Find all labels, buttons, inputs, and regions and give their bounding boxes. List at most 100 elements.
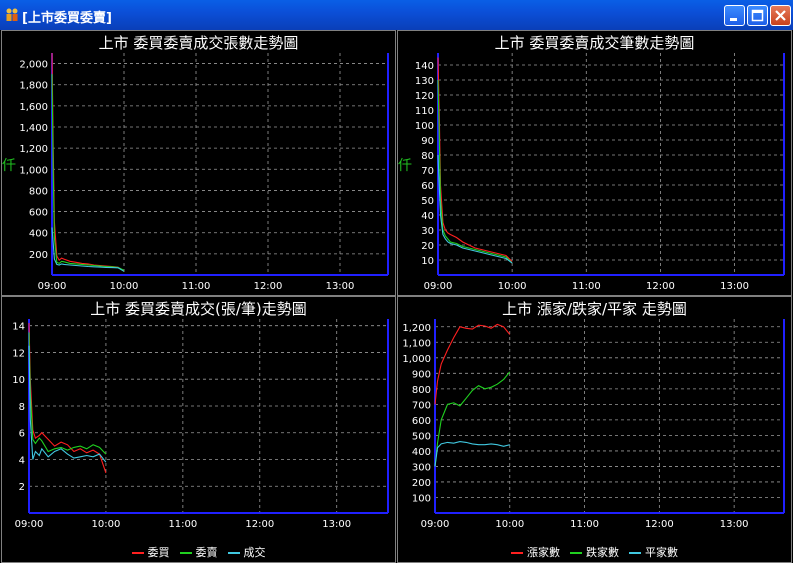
y-tick-label: 800 bbox=[29, 186, 48, 197]
series-line bbox=[434, 323, 511, 405]
y-tick-label: 100 bbox=[412, 493, 431, 504]
x-tick-label: 12:00 bbox=[645, 519, 674, 530]
y-tick-label: 500 bbox=[412, 431, 431, 442]
y-tick-label: 12 bbox=[12, 348, 25, 359]
y-tick-label: 14 bbox=[12, 322, 25, 333]
legend-label: 委賣 bbox=[195, 546, 218, 559]
legend-label: 成交 bbox=[243, 546, 266, 559]
chart-panel-volume: 上市 委買委賣成交張數走勢圖 仟 200 400 600 800 1,000 1,200 1… bbox=[1, 30, 396, 296]
y-tick-label: 1,600 bbox=[19, 102, 48, 113]
y-tick-label: 200 bbox=[412, 478, 431, 489]
chart-panel-advance-decline: 上市 漲家/跌家/平家 走勢圖 100 200 300 400 500 600 700 800… bbox=[397, 296, 792, 563]
x-tick-label: 09:00 bbox=[15, 519, 44, 530]
legend-label: 平家數 bbox=[645, 546, 678, 559]
x-tick-label: 10:00 bbox=[498, 281, 527, 292]
legend-item: 平家數 bbox=[629, 544, 678, 560]
y-tick-label: 8 bbox=[19, 402, 25, 413]
legend-swatch bbox=[227, 552, 240, 554]
x-tick-label: 10:00 bbox=[110, 281, 139, 292]
x-tick-label: 12:00 bbox=[254, 281, 283, 292]
y-tick-label: 400 bbox=[412, 447, 431, 458]
maximize-button[interactable] bbox=[747, 5, 768, 26]
y-tick-label: 50 bbox=[421, 196, 434, 207]
window-title: [上市委買委賣] bbox=[22, 11, 112, 26]
legend-item: 成交 bbox=[227, 544, 266, 560]
line-chart: 10 20 30 40 50 60 70 80 90 100 110 120 130 140 09:00 10… bbox=[415, 53, 785, 292]
y-tick-label: 60 bbox=[421, 181, 434, 192]
y-tick-label: 10 bbox=[421, 256, 434, 267]
legend-item: 委買 bbox=[131, 544, 170, 560]
x-tick-label: 09:00 bbox=[421, 519, 450, 530]
legend-item: 委賣 bbox=[179, 544, 218, 560]
legend-swatch bbox=[511, 552, 523, 554]
x-tick-label: 10:00 bbox=[92, 519, 121, 530]
y-tick-label: 1,400 bbox=[19, 123, 48, 134]
legend-label: 委買 bbox=[147, 546, 170, 559]
series-line bbox=[437, 79, 513, 264]
y-tick-label: 1,000 bbox=[19, 165, 48, 176]
legend-swatch bbox=[629, 552, 641, 554]
y-tick-label: 6 bbox=[19, 429, 25, 440]
y-tick-label: 800 bbox=[412, 385, 431, 396]
legend-swatch bbox=[179, 552, 192, 554]
series-line bbox=[28, 332, 107, 455]
minimize-button[interactable] bbox=[724, 5, 745, 26]
line-chart: 100 200 300 400 500 600 700 800 900 1,000 1,100 1,2… bbox=[402, 319, 785, 530]
y-tick-label: 400 bbox=[29, 229, 48, 240]
chart-legend: 漲家數 跌家數 平家數 bbox=[398, 544, 791, 560]
y-tick-label: 4 bbox=[19, 455, 25, 466]
minimize-icon bbox=[730, 18, 737, 21]
close-button[interactable] bbox=[770, 5, 791, 26]
y-tick-label: 40 bbox=[421, 211, 434, 222]
y-tick-label: 1,000 bbox=[402, 354, 431, 365]
x-tick-label: 12:00 bbox=[245, 519, 274, 530]
y-tick-label: 1,200 bbox=[19, 144, 48, 155]
series-line bbox=[51, 74, 125, 271]
line-chart: 200 400 600 800 1,000 1,200 1,400 1,600 1,800 2,0… bbox=[19, 52, 389, 292]
title-bar[interactable]: [上市委買委賣] bbox=[0, 0, 793, 30]
y-tick-label: 130 bbox=[415, 76, 434, 87]
y-tick-label: 200 bbox=[29, 250, 48, 261]
y-tick-label: 1,100 bbox=[402, 338, 431, 349]
y-tick-label: 1,800 bbox=[19, 81, 48, 92]
x-tick-label: 09:00 bbox=[38, 281, 67, 292]
y-tick-label: 120 bbox=[415, 91, 434, 102]
y-tick-label: 30 bbox=[421, 226, 434, 237]
x-tick-label: 13:00 bbox=[720, 519, 749, 530]
y-tick-label: 1,200 bbox=[402, 323, 431, 334]
y-tick-label: 90 bbox=[421, 136, 434, 147]
series-line bbox=[434, 371, 511, 467]
series-line bbox=[437, 154, 513, 264]
y-tick-label: 140 bbox=[415, 61, 434, 72]
series-line bbox=[437, 57, 513, 262]
close-icon bbox=[775, 10, 786, 21]
x-tick-label: 11:00 bbox=[182, 281, 211, 292]
chart-legend: 委買 委賣 成交 bbox=[2, 544, 395, 560]
x-tick-label: 10:00 bbox=[495, 519, 524, 530]
legend-swatch bbox=[570, 552, 582, 554]
legend-label: 漲家數 bbox=[527, 546, 560, 559]
y-tick-label: 100 bbox=[415, 121, 434, 132]
x-tick-label: 13:00 bbox=[326, 281, 355, 292]
y-tick-label: 70 bbox=[421, 166, 434, 177]
legend-label: 跌家數 bbox=[586, 546, 619, 559]
y-tick-label: 600 bbox=[412, 416, 431, 427]
legend-swatch bbox=[131, 552, 144, 554]
people-icon bbox=[4, 7, 20, 23]
y-tick-label: 900 bbox=[412, 369, 431, 380]
maximize-icon bbox=[751, 9, 764, 22]
series-line bbox=[51, 52, 125, 272]
x-tick-label: 13:00 bbox=[720, 281, 749, 292]
y-tick-label: 2 bbox=[19, 482, 25, 493]
app-window: [上市委買委賣] 上市 委買委賣成交張數走勢圖 仟 200 400 600 800 1,… bbox=[0, 0, 793, 563]
chart-panel-count: 上市 委買委賣成交筆數走勢圖 仟 10 20 30 40 50 60 70 80 90 100 11… bbox=[397, 30, 792, 296]
legend-item: 跌家數 bbox=[570, 544, 619, 560]
x-tick-label: 11:00 bbox=[572, 281, 601, 292]
x-tick-label: 11:00 bbox=[570, 519, 599, 530]
y-tick-label: 2,000 bbox=[19, 60, 48, 71]
y-tick-label: 300 bbox=[412, 462, 431, 473]
y-tick-label: 10 bbox=[12, 375, 25, 386]
x-tick-label: 13:00 bbox=[322, 519, 351, 530]
x-tick-label: 11:00 bbox=[168, 519, 197, 530]
legend-item: 漲家數 bbox=[511, 544, 560, 560]
